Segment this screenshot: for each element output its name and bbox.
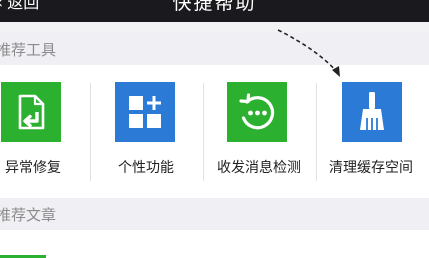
tool-features[interactable]: 个性功能 bbox=[91, 65, 201, 198]
feature-grid-icon bbox=[115, 82, 175, 142]
tool-label: 异常修复 bbox=[5, 160, 61, 176]
page-title: 快捷帮助 bbox=[172, 0, 257, 14]
section-header-tools: 推荐工具 bbox=[0, 33, 429, 65]
tool-repair[interactable]: 异常修复 bbox=[0, 65, 88, 198]
message-check-icon bbox=[227, 82, 287, 142]
tool-label: 收发消息检测 bbox=[217, 160, 301, 176]
more-icon[interactable]: ••• bbox=[380, 0, 415, 7]
tool-label: 个性功能 bbox=[118, 160, 174, 176]
repair-document-icon bbox=[1, 82, 61, 142]
section-title-articles: 推荐文章 bbox=[0, 206, 57, 224]
section-title-tools: 推荐工具 bbox=[0, 41, 57, 59]
broom-icon bbox=[342, 82, 402, 142]
tool-clear-cache[interactable]: 清理缓存空间 bbox=[316, 65, 426, 198]
section-header-articles: 推荐文章 bbox=[0, 198, 429, 230]
articles-panel bbox=[0, 230, 429, 258]
tool-label: 清理缓存空间 bbox=[329, 160, 413, 176]
tools-panel: 异常修复 个性功能 收发消息检测 清理缓存空间 bbox=[0, 65, 429, 198]
title-bar: ‹ 返回 快捷帮助 ••• bbox=[0, 0, 429, 22]
quick-help-page: ‹ 返回 快捷帮助 ••• 推荐工具 异常修复 bbox=[0, 0, 429, 258]
tool-message-check[interactable]: 收发消息检测 bbox=[204, 65, 314, 198]
